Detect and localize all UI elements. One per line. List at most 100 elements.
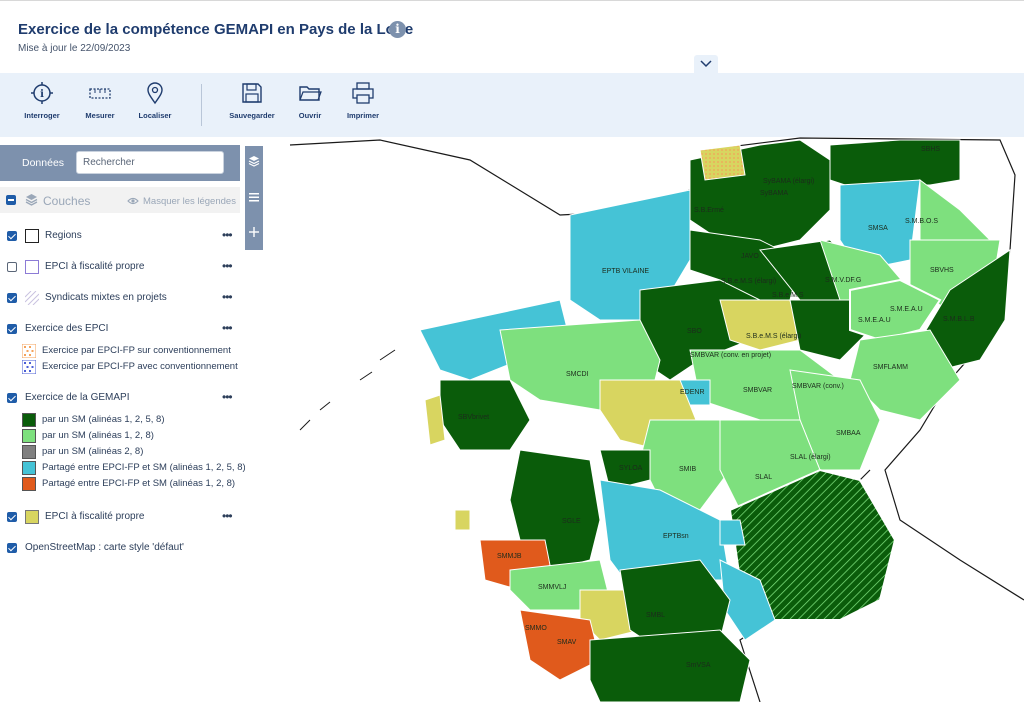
legend-item: Exercice par EPCI-FP sur conventionnemen…	[22, 344, 245, 358]
layer-options-button[interactable]: •••	[222, 390, 233, 404]
layer-epci-fiscalite: EPCI à fiscalité propre •••	[0, 259, 240, 277]
layer-checkbox[interactable]	[7, 231, 17, 241]
localiser-label: Localiser	[138, 111, 172, 120]
map-pin-icon	[147, 82, 163, 105]
map-label: S.M.B.O.S	[905, 218, 938, 225]
layer-checkbox[interactable]	[7, 293, 17, 303]
chevron-down-icon	[700, 60, 712, 68]
ouvrir-button[interactable]: Ouvrir	[280, 81, 340, 120]
interroger-label: Interroger	[24, 111, 60, 120]
map-label: SGLE	[562, 518, 581, 525]
interroger-button[interactable]: i Interroger	[12, 81, 72, 120]
layer-checkbox[interactable]	[7, 262, 17, 272]
map-label: SMMO	[525, 625, 547, 632]
ouvrir-label: Ouvrir	[298, 111, 322, 120]
map-label: SMMJB	[497, 553, 522, 560]
hide-legends-button[interactable]: Masquer les légendes	[143, 196, 236, 207]
map-label: S.B.Ermé	[694, 207, 724, 214]
map-label: SBO	[687, 328, 702, 335]
eye-icon	[127, 197, 139, 205]
layer-options-button[interactable]: •••	[222, 321, 233, 335]
collapse-toolbar-button[interactable]	[694, 55, 718, 74]
layers-icon	[25, 194, 38, 206]
map-label: SLAL (élargi)	[790, 454, 831, 461]
map-label: SMCDI	[566, 371, 589, 378]
toggle-all-layers-checkbox[interactable]	[6, 195, 16, 205]
update-date: Mise à jour le 22/09/2023	[18, 43, 131, 54]
legend-item: Partagé entre EPCI-FP et SM (alinéas 1, …	[22, 461, 245, 475]
tab-donnees[interactable]: Données	[22, 157, 64, 169]
map-label: S.B.e.M.S	[772, 292, 804, 299]
layer-label: Syndicats mixtes en projets	[45, 292, 167, 303]
legend-label: Partagé entre EPCI-FP et SM (alinéas 1, …	[42, 462, 245, 473]
layer-label: EPCI à fiscalité propre	[45, 261, 145, 272]
legend-swatch	[22, 445, 36, 459]
layers-header: Couches Masquer les légendes	[0, 187, 240, 213]
imprimer-label: Imprimer	[346, 111, 380, 120]
map-label: S.B.e.M.S (élargi)	[721, 278, 776, 285]
legend-label: par un SM (alinéas 2, 8)	[42, 446, 144, 457]
layer-options-button[interactable]: •••	[222, 290, 233, 304]
map-label: S.M.B.L.B	[943, 316, 975, 323]
legend-label: par un SM (alinéas 1, 2, 5, 8)	[42, 414, 165, 425]
map-label: SMMVLJ	[538, 584, 566, 591]
legend-label: Exercice par EPCI-FP avec conventionneme…	[42, 361, 238, 372]
layer-checkbox[interactable]	[7, 543, 17, 553]
legend-item: par un SM (alinéas 1, 2, 8)	[22, 429, 245, 443]
imprimer-button[interactable]: Imprimer	[333, 81, 393, 120]
sauvegarder-label: Sauvegarder	[229, 111, 275, 120]
map-label: EDENR	[680, 389, 705, 396]
map-label: SmVSA	[686, 662, 711, 669]
layer-checkbox[interactable]	[7, 324, 17, 334]
map-label: SMBVAR	[743, 387, 772, 394]
layer-checkbox[interactable]	[7, 512, 17, 522]
layer-label: OpenStreetMap : carte style 'défaut'	[25, 542, 184, 553]
map-label: SyBAMA (élargi)	[763, 178, 814, 185]
layer-label: EPCI à fiscalité propre	[45, 511, 145, 522]
layer-swatch	[25, 260, 39, 274]
layer-swatch	[25, 291, 39, 305]
list-icon[interactable]	[248, 191, 260, 203]
layer-label: Regions	[45, 230, 82, 241]
map-label: SMBVAR (conv.)	[792, 383, 844, 390]
svg-text:i: i	[40, 89, 44, 100]
layer-options-button[interactable]: •••	[222, 259, 233, 273]
map-label: SMBVAR (conv. en projet)	[690, 352, 771, 359]
map-label: SMIB	[679, 466, 696, 473]
layer-syndicats-projets: Syndicats mixtes en projets •••	[0, 290, 240, 308]
map-label: SLAL	[755, 474, 772, 481]
legend-label: par un SM (alinéas 1, 2, 8)	[42, 430, 154, 441]
map-label: SYLOA	[619, 465, 643, 472]
printer-icon	[352, 82, 374, 104]
layer-regions: Regions •••	[0, 228, 240, 246]
map-label: EPTBsn	[663, 533, 689, 540]
map-label: JAVO	[741, 253, 759, 260]
search-input[interactable]	[76, 151, 224, 174]
layer-exercice-epci: Exercice des EPCI •••	[0, 321, 240, 339]
layer-checkbox[interactable]	[7, 393, 17, 403]
legend-swatch	[22, 429, 36, 443]
plus-icon[interactable]	[248, 226, 260, 238]
sauvegarder-button[interactable]: Sauvegarder	[222, 81, 282, 120]
legend-item: par un SM (alinéas 1, 2, 5, 8)	[22, 413, 245, 427]
legend-swatch	[22, 477, 36, 491]
layer-label: Exercice de la GEMAPI	[25, 392, 130, 403]
legend-swatch	[22, 344, 36, 358]
layer-options-button[interactable]: •••	[222, 228, 233, 242]
legend-item: Exercice par EPCI-FP avec conventionneme…	[22, 360, 245, 374]
legend-item: par un SM (alinéas 2, 8)	[22, 445, 245, 459]
layer-options-button[interactable]: •••	[222, 509, 233, 523]
localiser-button[interactable]: Localiser	[125, 81, 185, 120]
layer-label: Exercice des EPCI	[25, 323, 109, 334]
map-label: SBHS	[921, 146, 940, 153]
map-label: SMAV	[557, 639, 577, 646]
panel-side-strip	[245, 146, 263, 250]
toolbar: i Interroger Mesurer Localiser Sauvegard…	[0, 73, 1024, 137]
layers-icon[interactable]	[248, 155, 260, 167]
layer-epci-fiscalite-colored: EPCI à fiscalité propre •••	[0, 509, 240, 527]
map-label: SBVHS	[930, 267, 954, 274]
legend-item: Partagé entre EPCI-FP et SM (alinéas 1, …	[22, 477, 245, 491]
info-icon[interactable]: i	[389, 21, 406, 38]
mesurer-button[interactable]: Mesurer	[70, 81, 130, 120]
legend-label: Partagé entre EPCI-FP et SM (alinéas 1, …	[42, 478, 236, 489]
